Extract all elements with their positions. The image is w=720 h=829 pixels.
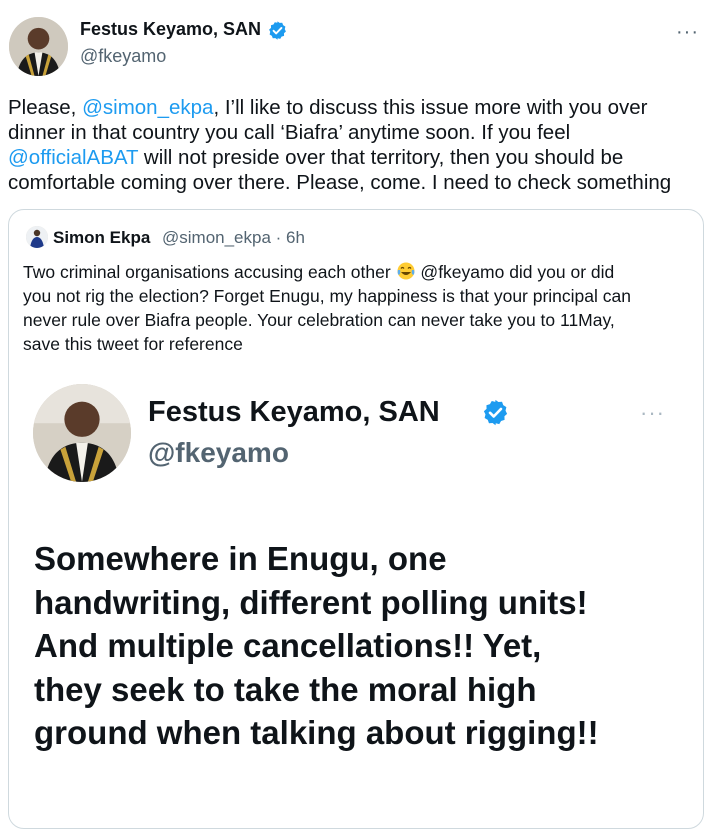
author-handle[interactable]: @fkeyamo [80,46,166,67]
verified-badge-icon [269,21,286,40]
tweet-text-line: comfortable coming over there. Please, c… [8,171,672,194]
tweet-text: Please, @simon_ekpa, I’ll like to discus… [8,95,714,195]
tears-of-joy-emoji-icon [397,262,415,280]
image-author-name: Festus Keyamo, SAN [148,396,440,428]
quoted-text-segment: Two criminal organisations accusing each… [23,262,396,282]
quoted-text-line: you not rig the election? Forget Enugu, … [23,286,631,306]
quoted-text-line: save this tweet for reference [23,334,243,354]
person-avatar-icon [26,226,48,248]
mention-link[interactable]: @officialABAT [8,146,138,169]
tweet-text-segment: , I’ll like to discuss this issue more w… [213,96,648,119]
tweet-text-line: dinner in that country you call ‘Biafra’… [8,121,571,144]
person-avatar-icon [33,384,131,482]
quoted-tweet-text: Two criminal organisations accusing each… [23,260,703,356]
author-avatar[interactable] [9,17,68,76]
quoted-author-avatar[interactable] [26,226,48,248]
quoted-author-meta[interactable]: @simon_ekpa · 6h [162,228,305,248]
more-options-icon[interactable]: ··· [676,22,699,42]
quoted-author-name[interactable]: Simon Ekpa [53,228,150,248]
verified-badge-icon [483,399,508,426]
quoted-text-segment: @fkeyamo did you or did [415,262,615,282]
tweet-text-segment: Please, [8,96,83,119]
quoted-text-line: never rule over Biafra people. Your cele… [23,310,615,330]
author-name[interactable]: Festus Keyamo, SAN [80,19,261,40]
image-tweet-text: Somewhere in Enugu, one handwriting, dif… [34,540,599,751]
tweet-text-segment: will not preside over that territory, th… [138,146,624,169]
image-more-icon: ··· [640,400,665,425]
image-author-avatar [33,384,131,482]
person-avatar-icon [9,17,68,76]
image-author-handle: @fkeyamo [148,437,289,468]
mention-link[interactable]: @simon_ekpa [82,96,213,119]
